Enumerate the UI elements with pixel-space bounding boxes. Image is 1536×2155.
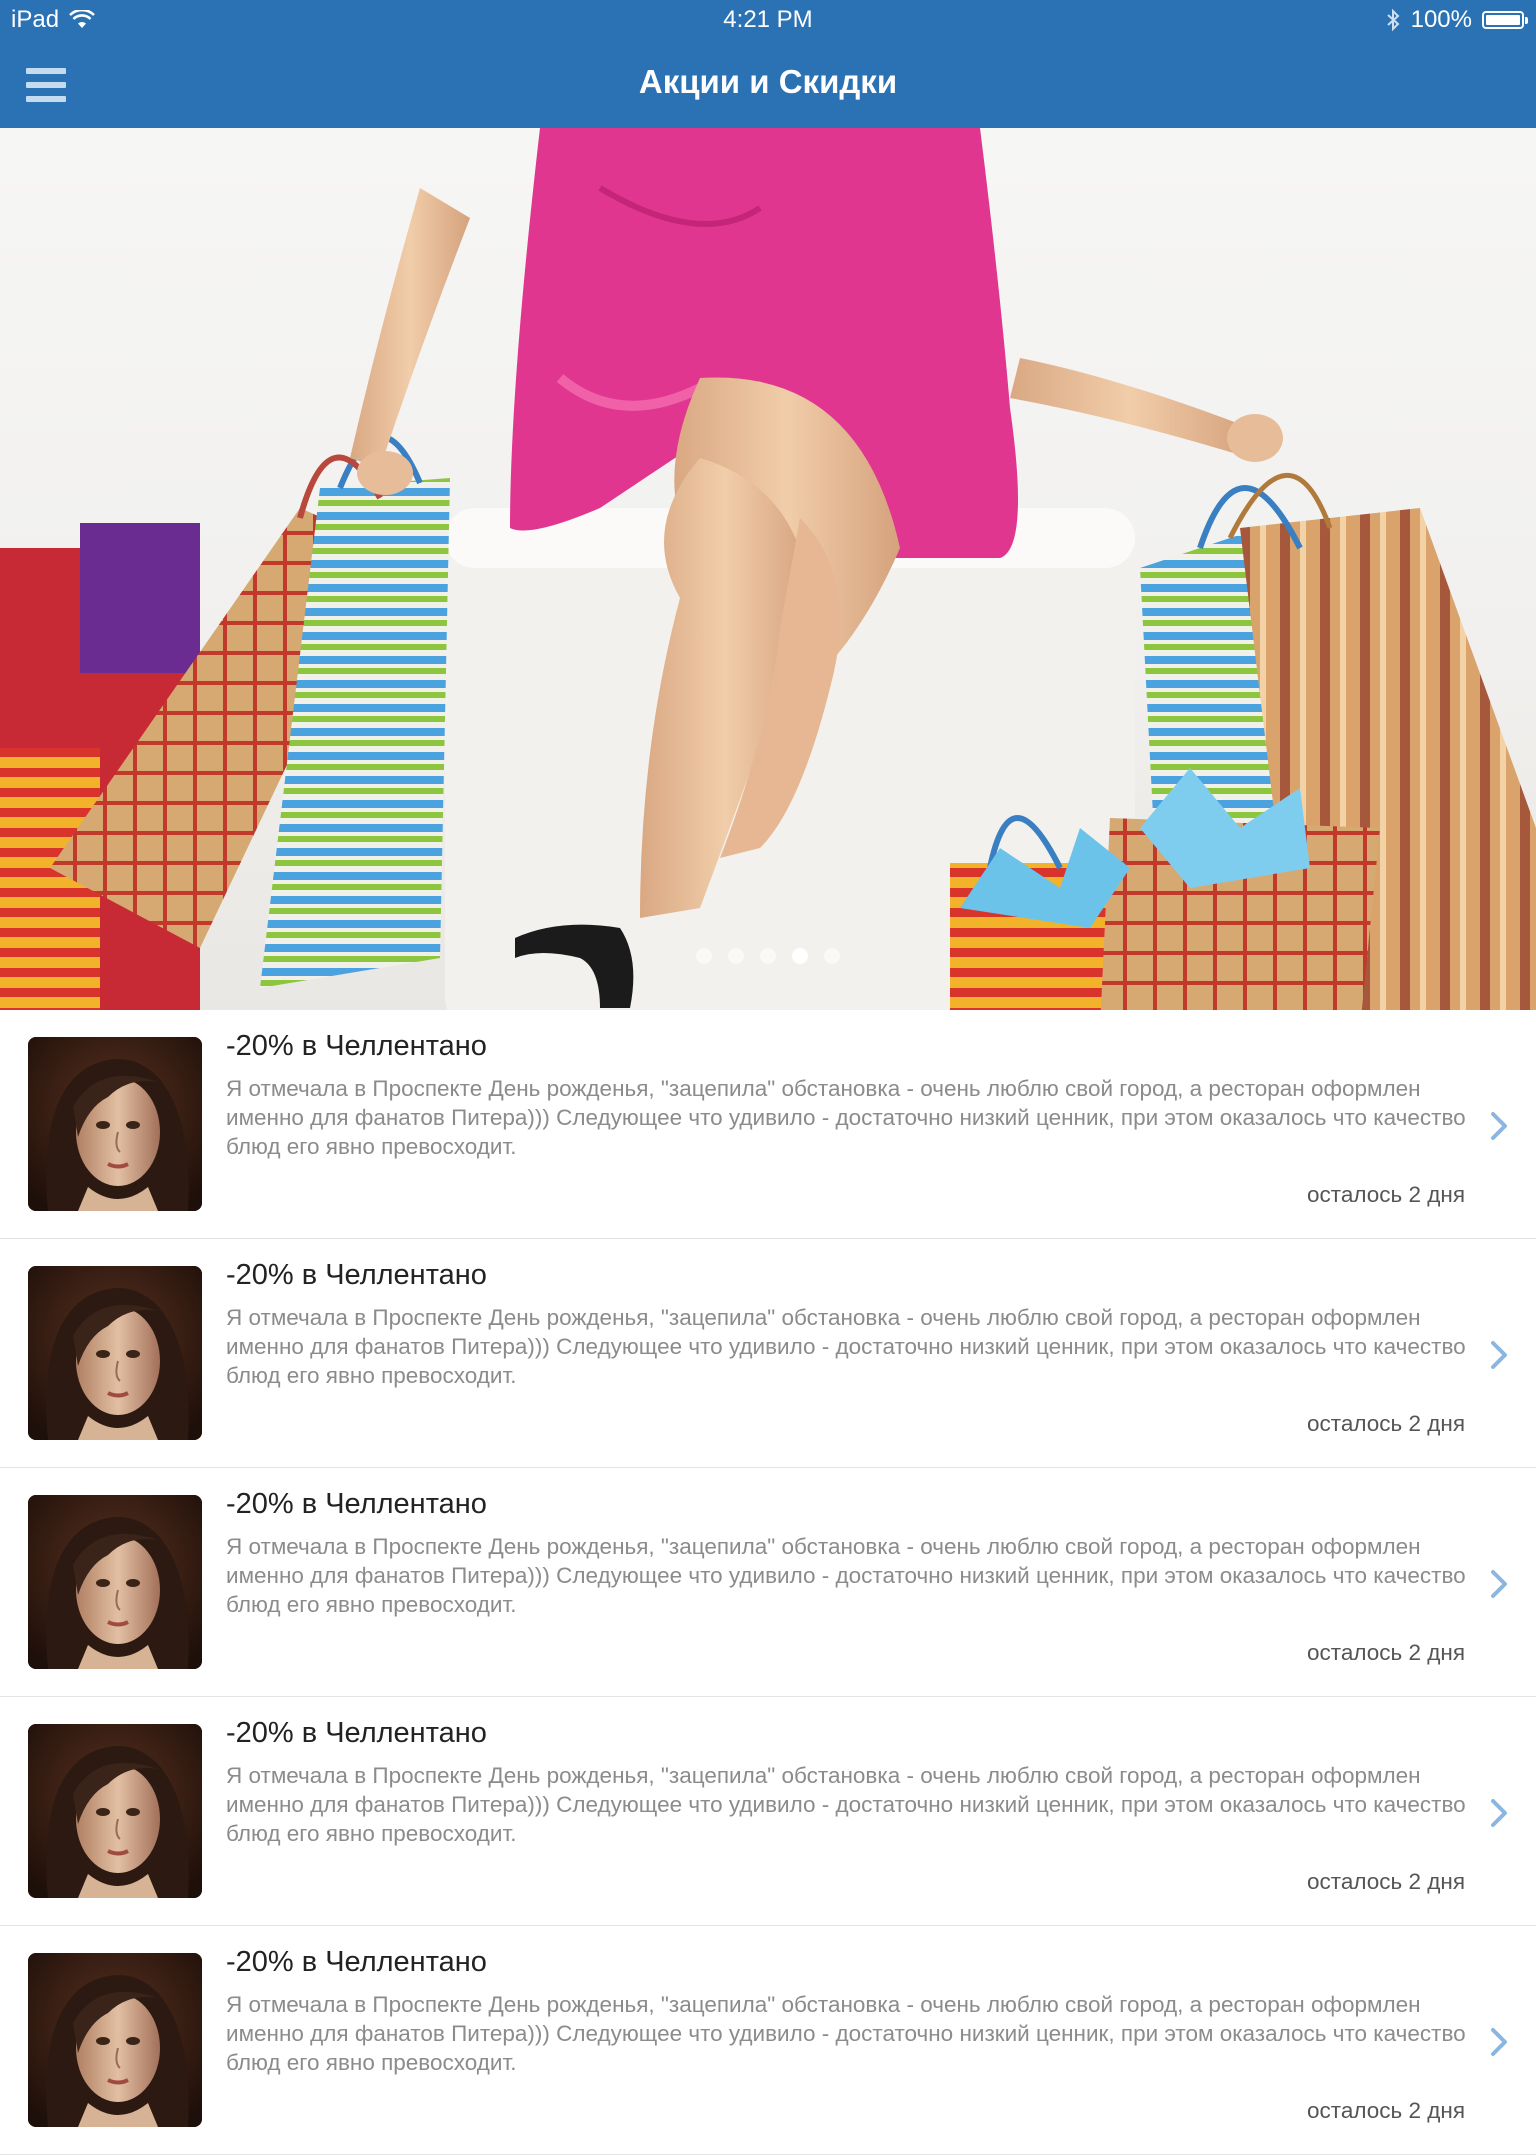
item-remaining: осталось 2 дня <box>1307 1182 1465 1207</box>
carousel-dot[interactable] <box>728 948 744 964</box>
item-title: -20% в Челлентано <box>226 1946 487 1978</box>
item-remaining: осталось 2 дня <box>1307 2098 1465 2123</box>
avatar <box>28 1953 202 2127</box>
item-description: Я отмечала в Проспекте День рожденья, "з… <box>226 1305 1466 1388</box>
avatar <box>28 1495 202 1669</box>
list-item[interactable]: -20% в Челлентано Я отмечала в Проспекте… <box>0 1468 1536 1697</box>
shopping-woman-illustration <box>0 128 1536 1010</box>
carousel-dot[interactable] <box>792 948 808 964</box>
list-item[interactable]: -20% в Челлентано Я отмечала в Проспекте… <box>0 1010 1536 1239</box>
avatar <box>28 1724 202 1898</box>
carousel-dot[interactable] <box>824 948 840 964</box>
item-title: -20% в Челлентано <box>226 1030 487 1062</box>
promo-banner[interactable] <box>0 128 1536 1010</box>
item-description: Я отмечала в Проспекте День рожденья, "з… <box>226 1076 1466 1159</box>
list-item[interactable]: -20% в Челлентано Я отмечала в Проспекте… <box>0 1697 1536 1926</box>
item-remaining: осталось 2 дня <box>1307 1640 1465 1665</box>
list-item[interactable]: -20% в Челлентано Я отмечала в Проспекте… <box>0 1239 1536 1468</box>
chevron-right-icon <box>1491 1112 1507 1140</box>
avatar <box>28 1266 202 1440</box>
page-title: Акции и Скидки <box>638 63 898 100</box>
chevron-right-icon <box>1491 2028 1507 2056</box>
item-remaining: осталось 2 дня <box>1307 1411 1465 1436</box>
list-item[interactable]: -20% в Челлентано Я отмечала в Проспекте… <box>0 1926 1536 2155</box>
item-title: -20% в Челлентано <box>226 1717 487 1749</box>
carousel-dot[interactable] <box>696 948 712 964</box>
item-remaining: осталось 2 дня <box>1307 1869 1465 1894</box>
promo-list: -20% в Челлентано Я отмечала в Проспекте… <box>0 1010 1536 2155</box>
item-description: Я отмечала в Проспекте День рожденья, "з… <box>226 1992 1466 2075</box>
carousel-dot[interactable] <box>760 948 776 964</box>
battery-icon <box>1482 11 1528 29</box>
status-bar: iPad 4:21 PM 100% <box>0 0 1536 40</box>
item-description: Я отмечала в Проспекте День рожденья, "з… <box>226 1534 1466 1617</box>
carousel-page-indicator[interactable] <box>0 948 1536 964</box>
navigation-bar: Акции и Скидки <box>0 40 1536 128</box>
avatar <box>28 1037 202 1211</box>
chevron-right-icon <box>1491 1799 1507 1827</box>
top-bar: iPad 4:21 PM 100% Акции и Скидки <box>0 0 1536 128</box>
item-title: -20% в Челлентано <box>226 1488 487 1520</box>
chevron-right-icon <box>1491 1341 1507 1369</box>
item-description: Я отмечала в Проспекте День рожденья, "з… <box>226 1763 1466 1846</box>
bluetooth-icon <box>1386 8 1400 32</box>
status-time: 4:21 PM <box>723 6 813 33</box>
battery-percent: 100% <box>1410 6 1472 33</box>
chevron-right-icon <box>1491 1570 1507 1598</box>
item-title: -20% в Челлентано <box>226 1259 487 1291</box>
